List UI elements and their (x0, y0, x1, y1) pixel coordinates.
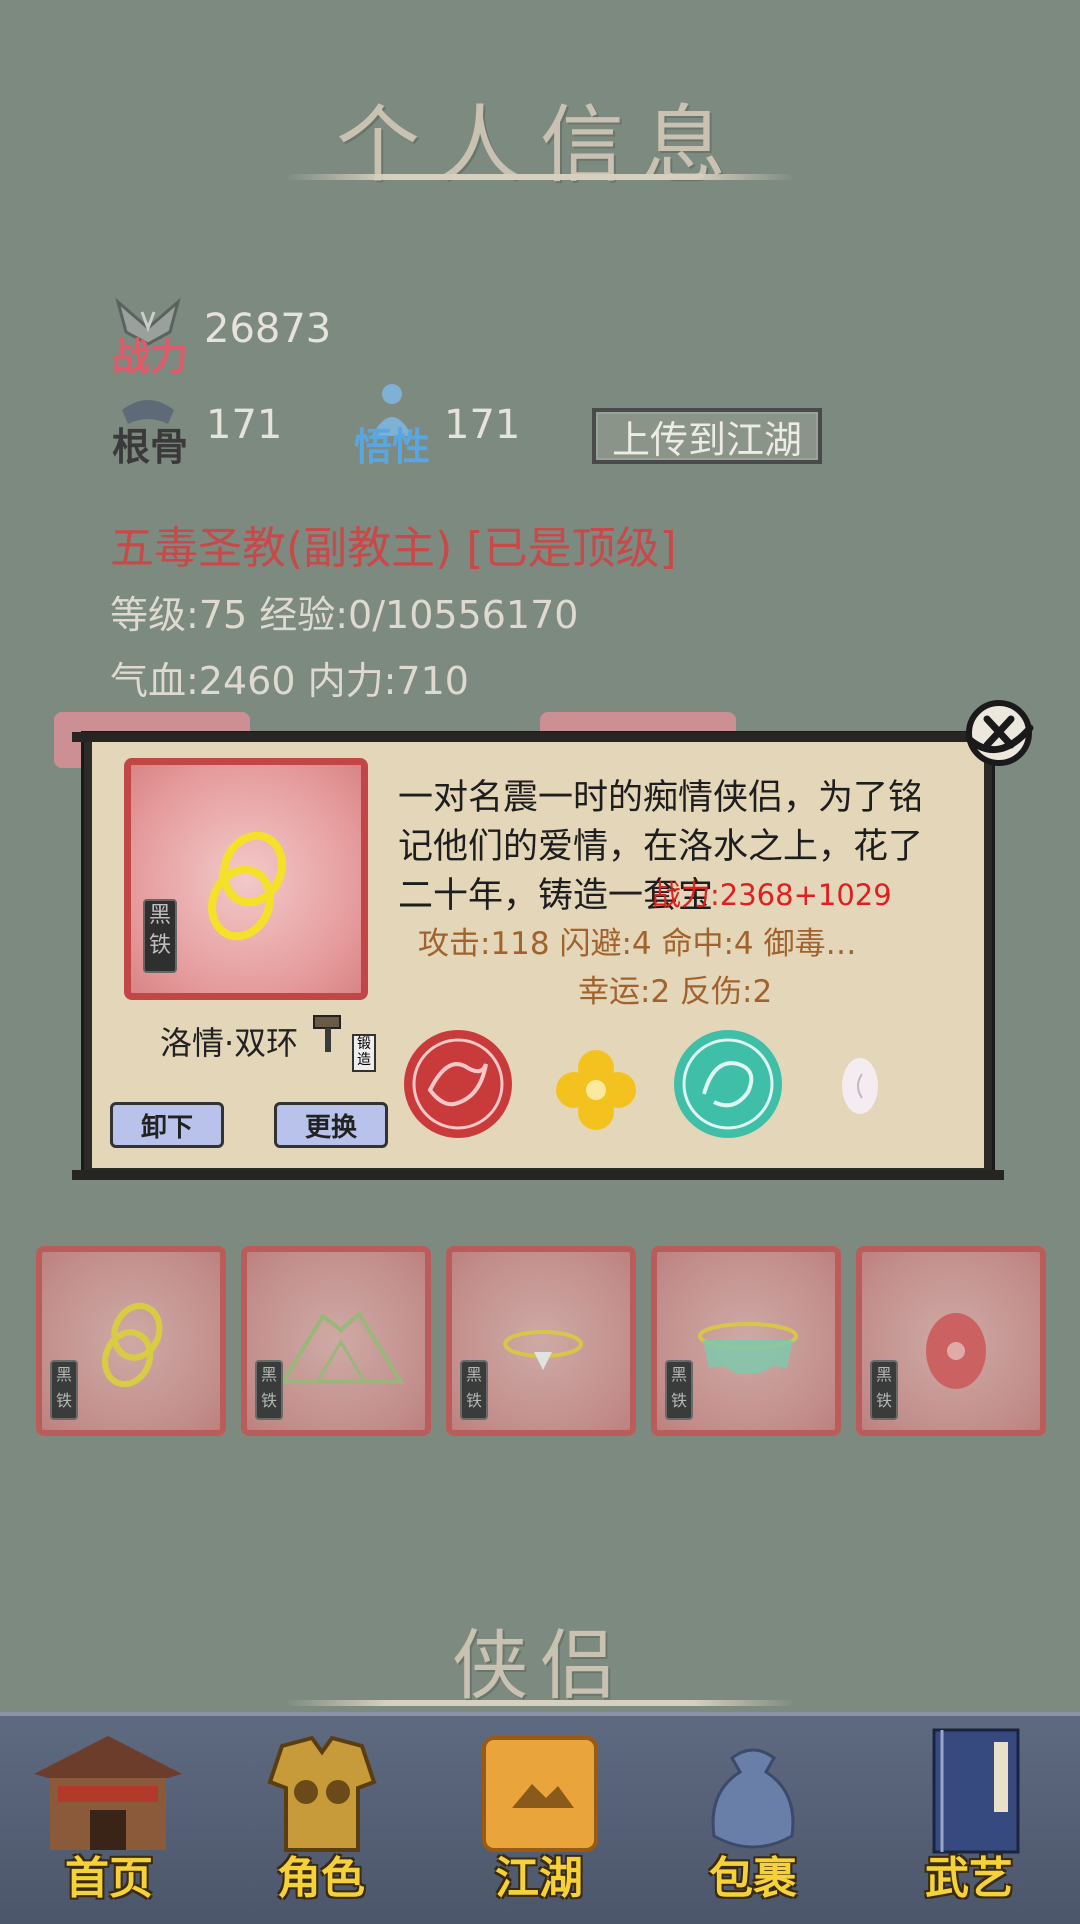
teal-dragon-seal-icon[interactable] (668, 1024, 788, 1144)
armor-icon (267, 1735, 377, 1852)
equip-slot-4[interactable]: 黑铁 (651, 1246, 841, 1436)
power-label: 战力 (112, 334, 189, 379)
insight-label: 悟性 (354, 424, 431, 469)
replace-button[interactable]: 更换 (274, 1102, 388, 1148)
nav-home[interactable]: 首页 (14, 1724, 204, 1920)
slot-grade-tag: 黑铁 (870, 1360, 898, 1420)
insight-value: 171 (444, 402, 521, 448)
equip-slot-3[interactable]: 黑铁 (446, 1246, 636, 1436)
unequip-button[interactable]: 卸下 (110, 1102, 224, 1148)
item-image-frame: 黑铁 (124, 758, 368, 1000)
slot-grade-tag: 黑铁 (460, 1360, 488, 1420)
nav-jianghu[interactable]: 江湖 (444, 1724, 634, 1920)
item-power-text: 战力:2368+1029 (652, 878, 892, 912)
nav-martial-arts-label: 武艺 (925, 1853, 1013, 1904)
section-title-partner: 侠侣 (452, 1621, 628, 1710)
bone-value: 171 (206, 402, 283, 448)
house-icon (34, 1736, 182, 1850)
nav-bag-label: 包裹 (709, 1853, 797, 1904)
nav-bag[interactable]: 包裹 (658, 1724, 848, 1920)
equip-slot-5[interactable]: 黑铁 (856, 1246, 1046, 1436)
slot-grade-tag: 黑铁 (255, 1360, 283, 1420)
sect-title: 五毒圣教(副教主) [已是顶级] (110, 523, 677, 574)
title-divider (285, 174, 795, 180)
item-name: 洛情·双环 (160, 1024, 299, 1062)
gem-ring-icon (503, 1330, 583, 1370)
red-phoenix-seal-icon[interactable] (398, 1024, 518, 1144)
ring-icon (101, 1302, 163, 1388)
item-stats-line2: 幸运:2 反伤:2 (578, 974, 773, 1010)
forge-tag: 锻造 (352, 1034, 376, 1072)
close-icon[interactable] (960, 694, 1038, 772)
section-divider (285, 1700, 795, 1706)
power-value: 26873 (204, 306, 332, 352)
nav-character[interactable]: 角色 (226, 1724, 416, 1920)
mountain-armor-icon (279, 1310, 405, 1384)
upload-to-jianghu-button[interactable]: 上传到江湖 (592, 408, 822, 464)
level-exp-text: 等级:75 经验:0/10556170 (110, 593, 579, 637)
necklace-icon (698, 1322, 798, 1374)
flower-token-icon (926, 1313, 986, 1389)
equip-slot-2[interactable]: 黑铁 (241, 1246, 431, 1436)
nav-home-label: 首页 (65, 1853, 153, 1904)
nav-jianghu-label: 江湖 (495, 1853, 583, 1904)
double-ring-icon (208, 831, 286, 941)
page-title: 个人信息 (335, 96, 744, 194)
nav-character-label: 角色 (277, 1853, 365, 1904)
hp-mp-text: 气血:2460 内力:710 (110, 659, 469, 703)
gold-flower-icon[interactable] (548, 1042, 644, 1138)
white-gem-icon[interactable] (840, 1056, 880, 1116)
nav-martial-arts[interactable]: 武艺 (874, 1724, 1064, 1920)
item-grade-tag: 黑铁 (143, 899, 177, 973)
item-stats-line1: 攻击:118 闪避:4 命中:4 御毒… (418, 926, 857, 962)
equip-slot-1[interactable]: 黑铁 (36, 1246, 226, 1436)
slot-grade-tag: 黑铁 (665, 1360, 693, 1420)
bone-label: 根骨 (112, 424, 189, 469)
slot-grade-tag: 黑铁 (50, 1360, 78, 1420)
hammer-icon[interactable] (312, 1012, 346, 1054)
